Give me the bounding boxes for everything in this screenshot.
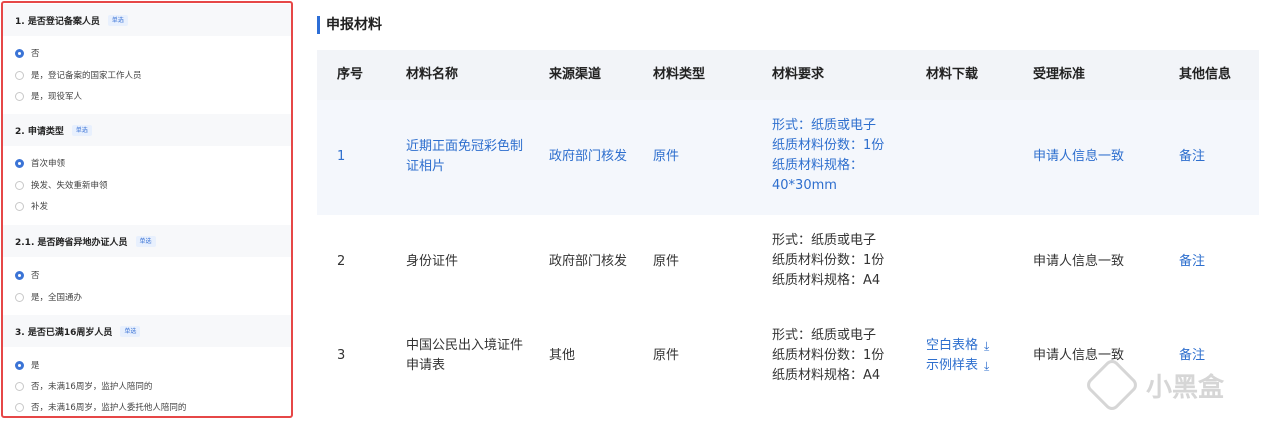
row-source: 政府部门核发	[549, 254, 628, 269]
row-source: 政府部门核发	[549, 149, 628, 164]
row-type: 原件	[653, 149, 680, 164]
question-2-1-title: 2.1. 是否跨省异地办证人员	[15, 237, 128, 248]
download-blank-form-link[interactable]: 空白表格 ⤓	[926, 336, 989, 356]
radio-checked-icon[interactable]	[15, 360, 24, 370]
radio-checked-icon[interactable]	[15, 270, 24, 280]
option-label: 补发	[31, 202, 49, 212]
download-arrow-icon: ⤓	[984, 359, 990, 373]
option-label: 是，全国通办	[31, 293, 83, 303]
row-requirements: 形式：纸质或电子 纸质材料份数：1份 纸质材料规格： 40*30mm	[772, 118, 885, 193]
col-standard: 受理标准	[1033, 67, 1086, 82]
row-index: 1	[337, 149, 346, 164]
row-requirements: 形式：纸质或电子 纸质材料份数：1份 纸质材料规格：A4	[772, 233, 885, 288]
col-source: 来源渠道	[549, 67, 602, 82]
question-3-option-2[interactable]: 否，未满16周岁，监护人陪同的	[15, 379, 152, 393]
download-sample-form-link[interactable]: 示例样表 ⤓	[926, 356, 989, 376]
question-3-option-1[interactable]: 是	[15, 358, 40, 372]
question-3: 3. 是否已满16周岁人员 单选 是 否，未满16周岁，监护人陪同的 否，未满1…	[3, 315, 291, 416]
single-choice-badge: 单选	[71, 124, 92, 136]
option-label: 否，未满16周岁，监护人委托他人陪同的	[31, 403, 187, 413]
option-label: 否	[31, 49, 40, 59]
radio-unchecked-icon[interactable]	[15, 292, 24, 302]
col-index: 序号	[337, 67, 364, 82]
option-label: 首次申领	[31, 159, 66, 169]
question-3-title: 3. 是否已满16周岁人员	[15, 327, 113, 338]
question-1-option-2[interactable]: 是，登记备案的国家工作人员	[15, 68, 142, 82]
single-choice-badge: 单选	[120, 325, 141, 337]
row-other-link[interactable]: 备注	[1179, 147, 1205, 167]
download-arrow-icon: ⤓	[984, 339, 990, 353]
question-2-1-option-1[interactable]: 否	[15, 268, 40, 282]
row-name: 身份证件	[406, 254, 459, 269]
materials-table: 序号 材料名称 来源渠道 材料类型 材料要求 材料下载 受理标准 其他信息 1 …	[317, 50, 1259, 406]
question-2: 2. 申请类型 单选 首次申领 换发、失效重新申领 补发	[3, 114, 291, 224]
radio-unchecked-icon[interactable]	[15, 180, 24, 190]
col-other: 其他信息	[1179, 67, 1232, 82]
row-requirements: 形式：纸质或电子 纸质材料份数：1份 纸质材料规格：A4	[772, 328, 885, 383]
table-header: 序号 材料名称 来源渠道 材料类型 材料要求 材料下载 受理标准 其他信息	[317, 50, 1259, 100]
row-other-link[interactable]: 备注	[1179, 252, 1205, 272]
table-row: 1 近期正面免冠彩色制 证相片 政府部门核发 原件 形式：纸质或电子 纸质材料份…	[317, 100, 1259, 215]
row-index: 3	[337, 348, 346, 363]
watermark-text: 小黑盒	[1146, 372, 1225, 403]
watermark: 小黑盒	[1083, 356, 1225, 414]
question-2-option-3[interactable]: 补发	[15, 199, 48, 213]
question-panel: 1. 是否登记备案人员 单选 否 是，登记备案的国家工作人员 是，现役军人 2.…	[1, 1, 293, 418]
row-name[interactable]: 近期正面免冠彩色制 证相片	[406, 137, 523, 177]
question-2-1-header: 2.1. 是否跨省异地办证人员 单选	[3, 225, 291, 257]
option-label: 是	[31, 361, 40, 371]
section-title: 申报材料	[317, 16, 382, 34]
radio-unchecked-icon[interactable]	[15, 201, 24, 211]
radio-checked-icon[interactable]	[15, 48, 24, 58]
row-standard: 申请人信息一致	[1033, 149, 1125, 164]
row-standard: 申请人信息一致	[1033, 254, 1125, 269]
row-type: 原件	[653, 254, 680, 269]
question-3-header: 3. 是否已满16周岁人员 单选	[3, 315, 291, 347]
radio-unchecked-icon[interactable]	[15, 381, 24, 391]
col-type: 材料类型	[653, 67, 706, 82]
row-source: 其他	[549, 348, 576, 363]
option-label: 是，登记备案的国家工作人员	[31, 71, 142, 81]
row-index: 2	[337, 254, 346, 269]
question-1: 1. 是否登记备案人员 单选 否 是，登记备案的国家工作人员 是，现役军人	[3, 3, 291, 113]
question-2-1-option-2[interactable]: 是，全国通办	[15, 290, 82, 304]
row-type: 原件	[653, 348, 680, 363]
col-name: 材料名称	[406, 67, 459, 82]
question-1-option-3[interactable]: 是，现役军人	[15, 89, 82, 103]
question-2-title: 2. 申请类型	[15, 126, 64, 137]
question-1-option-1[interactable]: 否	[15, 46, 40, 60]
radio-unchecked-icon[interactable]	[15, 91, 24, 101]
single-choice-badge: 单选	[135, 235, 156, 247]
table-row: 2 身份证件 政府部门核发 原件 形式：纸质或电子 纸质材料份数：1份 纸质材料…	[317, 215, 1259, 310]
watermark-logo-icon	[1083, 356, 1141, 414]
question-2-header: 2. 申请类型 单选	[3, 114, 291, 146]
single-choice-badge: 单选	[107, 14, 128, 26]
radio-unchecked-icon[interactable]	[15, 70, 24, 80]
row-downloads: 空白表格 ⤓ 示例样表 ⤓	[926, 336, 989, 376]
option-label: 是，现役军人	[31, 92, 83, 102]
col-download: 材料下载	[926, 67, 979, 82]
option-label: 否	[31, 271, 40, 281]
radio-checked-icon[interactable]	[15, 158, 24, 168]
question-1-header: 1. 是否登记备案人员 单选	[3, 4, 291, 36]
col-requirements: 材料要求	[772, 67, 825, 82]
row-name: 中国公民出入境证件 申请表	[406, 338, 524, 373]
question-2-1: 2.1. 是否跨省异地办证人员 单选 否 是，全国通办	[3, 225, 291, 315]
question-1-title: 1. 是否登记备案人员	[15, 16, 100, 27]
option-label: 换发、失效重新申领	[31, 181, 108, 191]
question-3-option-3[interactable]: 否，未满16周岁，监护人委托他人陪同的	[15, 400, 186, 414]
question-2-option-2[interactable]: 换发、失效重新申领	[15, 178, 108, 192]
radio-unchecked-icon[interactable]	[15, 402, 24, 412]
question-2-option-1[interactable]: 首次申领	[15, 156, 65, 170]
option-label: 否，未满16周岁，监护人陪同的	[31, 382, 153, 392]
